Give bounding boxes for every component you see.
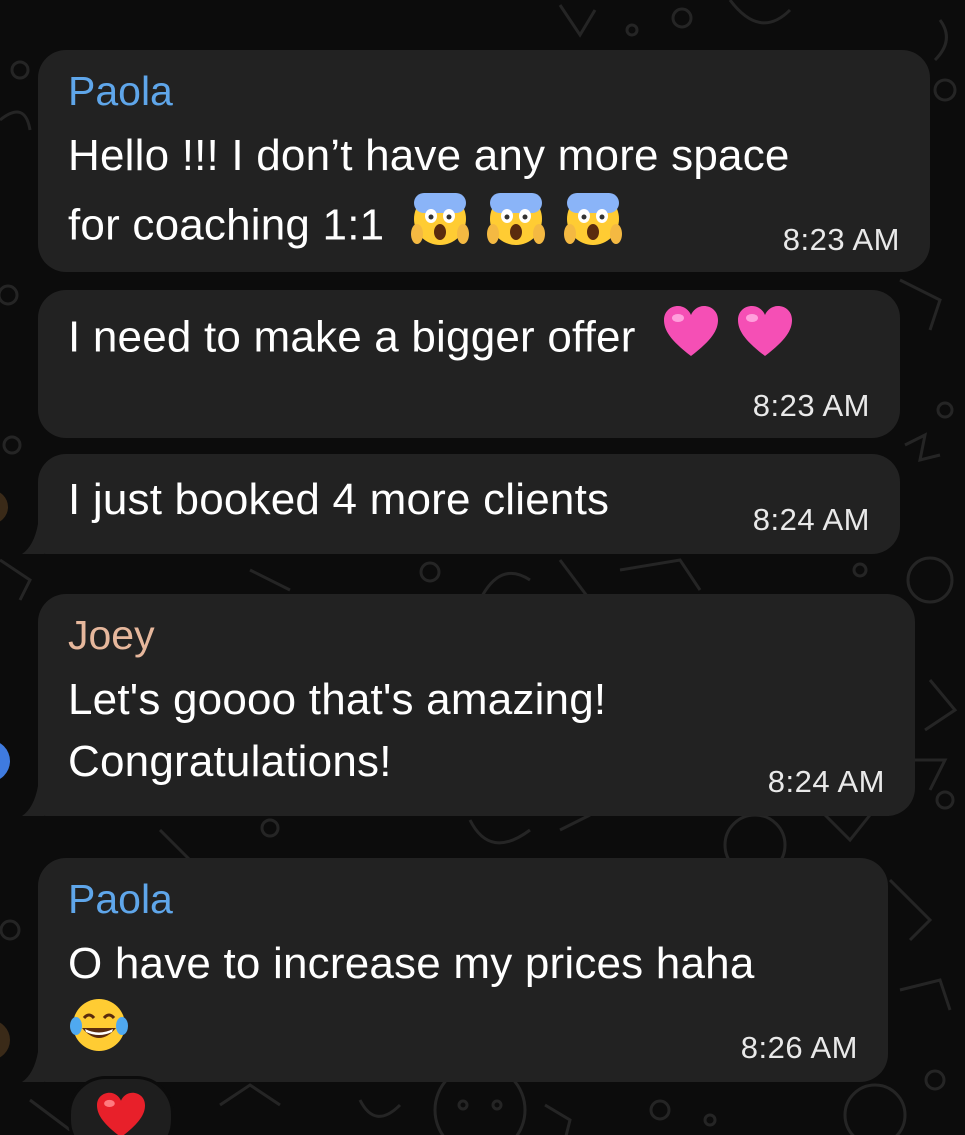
message-text: Let's goooo that's amazing! xyxy=(68,675,607,724)
bubble-tail xyxy=(22,786,44,816)
bubble-tail xyxy=(22,1052,44,1082)
chat-screen: Paola Hello !!! I don’t have any more sp… xyxy=(0,0,965,1135)
sender-name: Joey xyxy=(68,612,155,658)
face-with-tears-of-joy-icon xyxy=(68,996,130,1059)
reaction-chip[interactable] xyxy=(68,1076,174,1135)
message-text-line-2: for coaching 1:1 xyxy=(68,190,622,266)
message-timestamp: 8:26 AM xyxy=(740,1030,858,1065)
face-screaming-in-fear-icon xyxy=(487,190,546,266)
bubble-tail xyxy=(22,524,44,554)
pink-heart-icon xyxy=(736,304,794,376)
message-timestamp: 8:23 AM xyxy=(782,222,900,257)
message-timestamp: 8:24 AM xyxy=(752,502,870,537)
message-bubble[interactable]: Joey Let's goooo that's amazing! Congrat… xyxy=(38,594,915,816)
message-bubble[interactable]: I need to make a bigger offer 8:23 AM xyxy=(38,290,900,438)
message-text-line: I need to make a bigger offer xyxy=(68,304,794,376)
message-text: Hello !!! I don’t have any more space xyxy=(68,131,790,180)
message-bubble[interactable]: I just booked 4 more clients 8:24 AM xyxy=(38,454,900,554)
message-bubble[interactable]: Paola O have to increase my prices haha … xyxy=(38,858,888,1082)
message-timestamp: 8:24 AM xyxy=(767,764,885,799)
message-text: I need to make a bigger offer xyxy=(68,312,636,362)
sender-name: Paola xyxy=(68,876,173,922)
message-text: O have to increase my prices haha xyxy=(68,939,755,988)
message-timestamp: 8:23 AM xyxy=(752,388,870,423)
message-text: I just booked 4 more clients xyxy=(68,475,610,524)
message-text: for coaching 1:1 xyxy=(68,200,385,250)
message-text: Congratulations! xyxy=(68,737,392,786)
message-bubble[interactable]: Paola Hello !!! I don’t have any more sp… xyxy=(38,50,930,272)
face-screaming-in-fear-icon xyxy=(563,190,622,266)
sender-name: Paola xyxy=(68,68,173,114)
red-heart-icon xyxy=(95,1091,147,1135)
face-screaming-in-fear-icon xyxy=(410,190,469,266)
pink-heart-icon xyxy=(662,304,720,376)
